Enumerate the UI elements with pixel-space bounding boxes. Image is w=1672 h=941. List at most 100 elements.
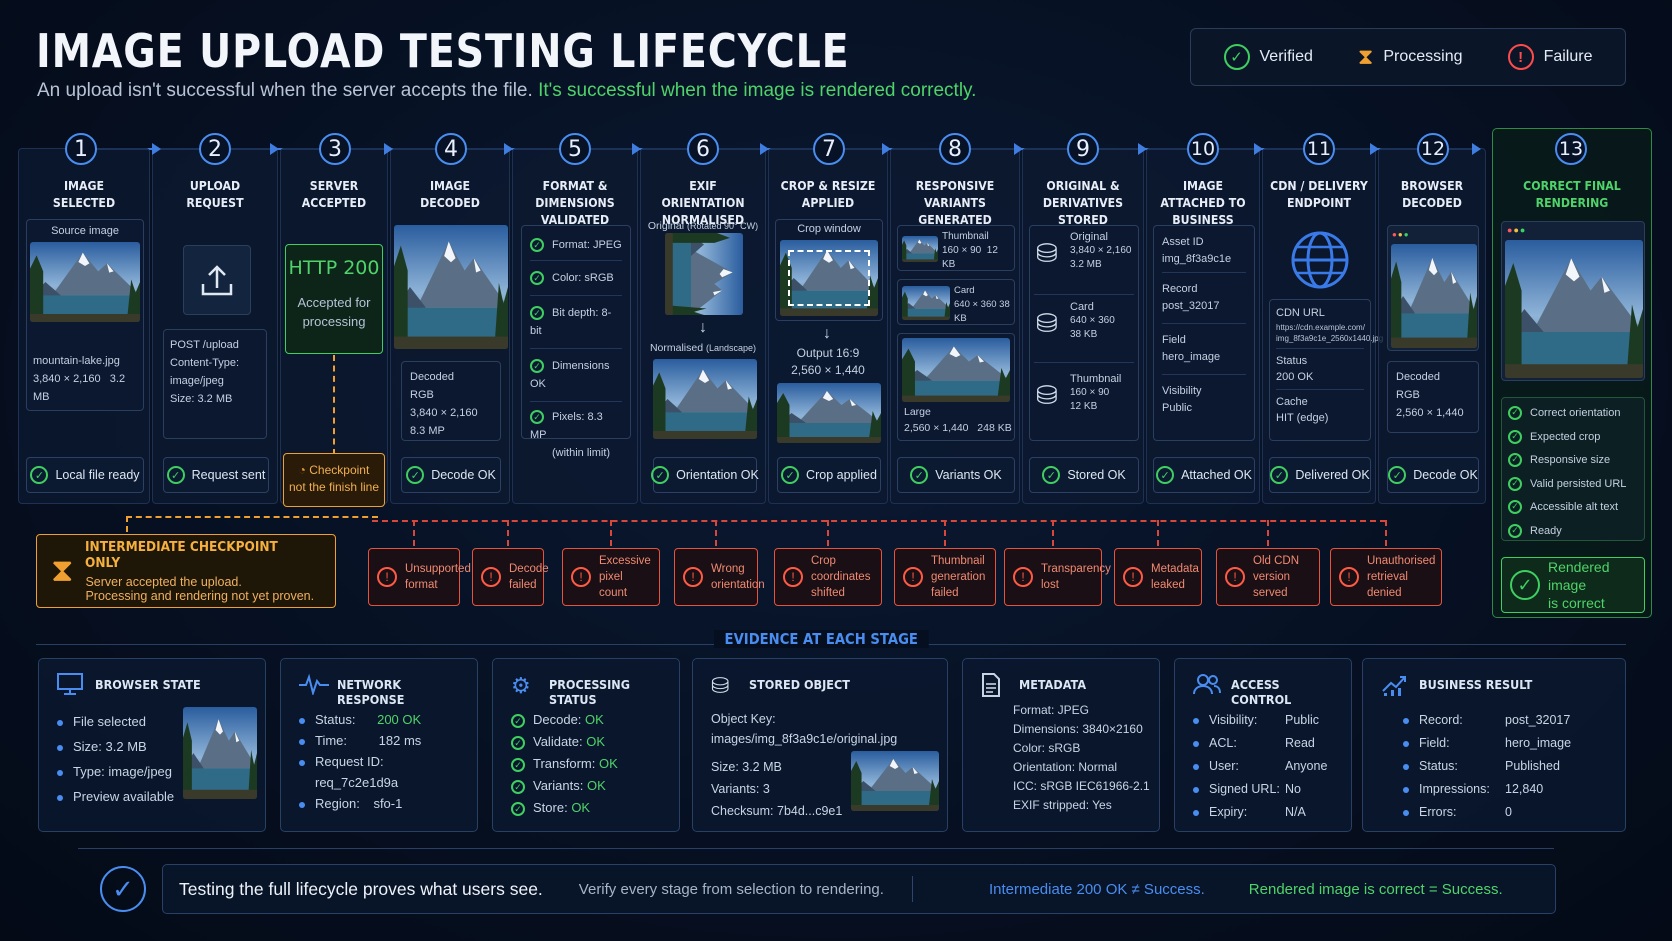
failure-connector xyxy=(827,520,829,546)
stage-final-rendering: 13 CORRECT FINAL RENDERING ●●● ✓ Correct o… xyxy=(1492,128,1652,618)
failure-connector xyxy=(1385,520,1387,546)
evidence-network-response: NETWORK RESPONSE Status: 200 OK Time: 18… xyxy=(280,658,478,832)
decoded-image xyxy=(394,225,508,349)
flow-arrowhead xyxy=(1138,143,1147,155)
status-request-sent: ✓ Request sent xyxy=(163,457,269,493)
alert-circle-icon: ! xyxy=(377,567,397,587)
database-icon: ⛁ xyxy=(1036,308,1058,338)
status-local-file-ready: ✓ Local file ready xyxy=(26,457,144,493)
evidence-heading: EVIDENCE AT EACH STAGE xyxy=(714,630,929,648)
stage-format-validated: 5 FORMAT & DIMENSIONS VALIDATED ✓ Format: … xyxy=(512,133,638,504)
status-variants-ok: ✓ Variants OK xyxy=(897,457,1015,493)
evidence-access-control: ACCESS CONTROL Visibility: Public ACL: Rea… xyxy=(1174,658,1352,832)
browser-window: ●●● xyxy=(1387,225,1479,351)
decode-details: Decoded RGB 3,840 × 2,160 8.3 MP xyxy=(401,361,501,441)
status-attached-ok: ✓ Attached OK xyxy=(1153,457,1255,493)
status-legend: ✓ Verified ⧗ Processing ! Failure xyxy=(1190,28,1626,86)
alert-circle-icon: ! xyxy=(903,567,923,587)
globe-icon xyxy=(1289,229,1351,296)
variant-card: Card 640 × 360 38 KB xyxy=(897,279,1015,325)
legend-failure: ! Failure xyxy=(1507,44,1592,70)
database-icon: ⛁ xyxy=(1036,238,1058,268)
alert-circle-icon: ! xyxy=(683,567,703,587)
footer-summary: Testing the full lifecycle proves what u… xyxy=(162,864,1556,914)
alert-circle-icon: ! xyxy=(783,567,803,587)
flow-arrowhead xyxy=(384,143,393,155)
users-icon xyxy=(1193,673,1221,697)
failure-connector xyxy=(413,520,415,546)
alert-circle-icon: ! xyxy=(571,567,591,587)
stage-exif-normalised: 6 EXIF ORIENTATION NORMALISED Original (R… xyxy=(640,133,766,504)
failure-connector xyxy=(1267,520,1269,546)
source-image-thumbnail xyxy=(30,242,140,322)
crop-window-panel: Crop window xyxy=(775,219,883,321)
stored-objects-panel: ⛁ Original 3,840 × 2,160 3.2 MB ⛁ Card 640 … xyxy=(1029,225,1139,441)
failure-box: ! Unsupported format xyxy=(368,548,471,606)
failure-box: ! Crop coordinates shifted xyxy=(774,548,882,606)
failure-connector xyxy=(1052,520,1054,546)
step-number: 1 xyxy=(65,133,97,165)
status-crop-applied: ✓ Crop applied xyxy=(777,457,881,493)
failure-box: ! Wrong orientation xyxy=(674,548,765,606)
failure-connector xyxy=(1157,520,1159,546)
upload-icon xyxy=(183,245,251,315)
alert-circle-icon: ! xyxy=(1013,567,1033,587)
status-orientation-ok: ✓ Orientation OK xyxy=(651,457,759,493)
flow-arrowhead xyxy=(632,143,641,155)
preview-image xyxy=(183,707,257,799)
status-delivered-ok: ✓ Delivered OK xyxy=(1269,457,1371,493)
legend-processing: ⧗ Processing xyxy=(1357,44,1463,69)
flow-arrowhead xyxy=(882,143,891,155)
stage-cdn-endpoint: 11 CDN / DELIVERY ENDPOINT CDN URL https:/… xyxy=(1262,133,1383,504)
stage-variants-generated: 8 RESPONSIVE VARIANTS GENERATED Thumbnail… xyxy=(890,133,1020,504)
evidence-metadata: METADATA Format: JPEG Dimensions: 3840×2… xyxy=(962,658,1160,832)
failure-connector xyxy=(944,520,946,546)
flow-arrowhead xyxy=(1370,143,1379,155)
arrow-down-icon: ↓ xyxy=(823,325,831,342)
stage-browser-decoded: 12 BROWSER DECODED ●●● Decoded RGB 2,560 × … xyxy=(1378,133,1486,504)
cdn-details: CDN URL https://cdn.example.com/img_8f3a9… xyxy=(1269,299,1383,441)
flow-arrowhead xyxy=(1014,143,1023,155)
intermediate-checkpoint-callout: ⧗ INTERMEDIATE CHECKPOINT ONLY Server ac… xyxy=(36,534,336,608)
final-checks: ✓ Correct orientation ✓ Expected crop ✓ Res… xyxy=(1501,397,1645,541)
evidence-stored-object: ⛁ STORED OBJECT Object Key: images/img_8… xyxy=(692,658,948,832)
validation-checks: ✓ Format: JPEG ✓ Color: sRGB ✓ Bit depth: 8… xyxy=(521,225,631,459)
clock-icon: ◔ xyxy=(298,463,306,477)
stage-business-record: 10 IMAGE ATTACHED TOBUSINESS RECORD Asse… xyxy=(1146,133,1260,504)
browser-decode-details: Decoded RGB 2,560 × 1,440 xyxy=(1387,361,1479,433)
flow-arrowhead xyxy=(760,143,769,155)
failure-connector xyxy=(715,520,717,546)
evidence-processing-status: ⚙ PROCESSING STATUS ✓ Decode: OK ✓ Validat… xyxy=(492,658,680,832)
failure-connector xyxy=(507,520,509,546)
record-panel: Asset ID img_8f3a9c1e Record post_32017 Fi… xyxy=(1153,225,1255,441)
alert-circle-icon: ! xyxy=(1123,567,1143,587)
chart-up-icon xyxy=(1381,673,1409,697)
status-stored-ok: ✓ Stored OK xyxy=(1029,457,1139,493)
check-circle-icon: ✓ xyxy=(1223,44,1250,70)
flow-arrowhead xyxy=(1472,143,1481,155)
check-circle-icon: ✓ xyxy=(30,466,49,484)
stage-crop-resize: 7 CROP & RESIZE APPLIED Crop window ↓ Out… xyxy=(768,133,888,504)
evidence-browser-state: BROWSER STATE File selected Size: 3.2 MB… xyxy=(38,658,266,832)
check-circle-icon: ✓ xyxy=(166,466,185,484)
hourglass-icon: ⧗ xyxy=(51,552,74,588)
rendered-correct-badge: ✓ Rendered image is correct xyxy=(1501,557,1645,613)
stage-upload-request: 2 UPLOAD REQUEST POST /upload Content-Typ… xyxy=(152,133,278,504)
alert-circle-icon: ! xyxy=(481,567,501,587)
failure-box: ! Metadata leaked xyxy=(1114,548,1202,606)
failure-box: ! Decode failed xyxy=(472,548,549,606)
arrow-down-icon: ↓ xyxy=(699,319,707,336)
final-browser-window: ●●● xyxy=(1501,221,1645,381)
cropped-output-image xyxy=(777,383,881,443)
failure-box: ! Excessive pixel count xyxy=(562,548,660,606)
subtitle-highlight: It's successful when the image is render… xyxy=(538,80,977,101)
request-details: POST /upload Content-Type: image/jpeg Si… xyxy=(163,329,267,439)
status-browser-decode-ok: ✓ Decode OK xyxy=(1387,457,1479,493)
monitor-icon xyxy=(57,673,85,697)
check-circle-icon: ✓ xyxy=(100,866,146,912)
flow-arrowhead xyxy=(152,143,161,155)
database-icon: ⛁ xyxy=(711,673,730,698)
flow-arrowhead xyxy=(270,143,279,155)
stored-object-image xyxy=(851,751,939,811)
stage-image-selected: 1 IMAGE SELECTED Source image mountain-la… xyxy=(18,133,150,504)
